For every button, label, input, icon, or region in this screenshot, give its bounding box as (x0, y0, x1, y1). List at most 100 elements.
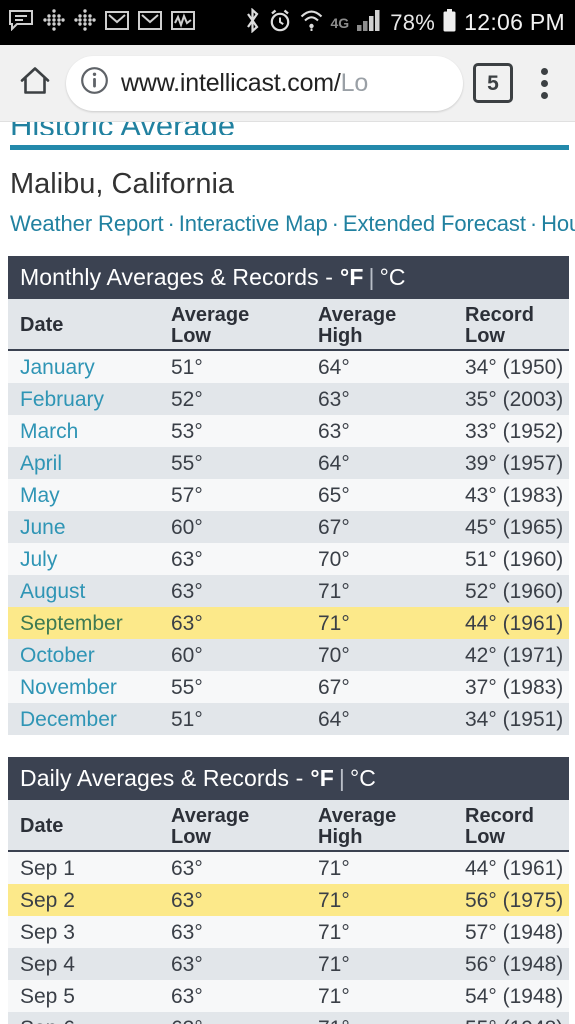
table-row: September 63° 71° 44° (1961) (8, 607, 569, 639)
monthly-caption-text: Monthly Averages & Records - (20, 264, 334, 290)
monthly-row-date[interactable]: July (20, 547, 57, 572)
monthly-row-record-low: 39° (1957) (465, 452, 564, 475)
monthly-row-date[interactable]: February (20, 387, 104, 412)
mail-icon-2 (138, 10, 162, 36)
chat-icon (8, 9, 34, 36)
monthly-table-caption: Monthly Averages & Records - °F | °C (8, 256, 569, 299)
monthly-row-average-low: 63° (171, 580, 203, 603)
daily-header-average-low-line1: Average (171, 805, 250, 827)
monthly-row-date[interactable]: October (20, 643, 95, 668)
battery-icon (442, 8, 457, 38)
daily-row-average-low: 63° (171, 953, 203, 976)
table-row: February 52° 63° 35° (2003) (8, 383, 569, 415)
monthly-row-average-low: 63° (171, 612, 203, 635)
info-circle-icon[interactable] (80, 66, 109, 100)
daily-header-date: Date (20, 815, 64, 837)
menu-dot-2 (540, 79, 548, 87)
url-bar[interactable]: www.intellicast.com/Lo (66, 55, 463, 111)
monthly-row-record-low: 52° (1960) (465, 580, 564, 603)
daily-table-body: Sep 1 63° 71° 44° (1961) Sep 2 63° 71° 56° (197… (8, 852, 569, 1024)
tab-count-label: 5 (487, 71, 499, 95)
monthly-row-date[interactable]: April (20, 451, 62, 476)
daily-row-date: Sep 3 (20, 921, 75, 944)
overflow-menu-button[interactable] (527, 60, 561, 106)
monthly-row-record-low: 34° (1950) (465, 356, 564, 379)
home-icon (18, 64, 52, 102)
daily-unit-celsius-toggle[interactable]: °C (350, 765, 376, 792)
monthly-row-date[interactable]: June (20, 515, 66, 540)
monthly-row-date[interactable]: August (20, 579, 85, 604)
bluetooth-icon (244, 7, 261, 38)
nav-separator-3: · (529, 211, 538, 236)
activity-icon (171, 10, 195, 36)
monthly-row-average-high: 70° (318, 644, 350, 667)
table-row: June 60° 67° 45° (1965) (8, 511, 569, 543)
monthly-row-average-low: 57° (171, 484, 203, 507)
monthly-row-average-low: 51° (171, 708, 203, 731)
daily-header-average-low: Average Low (171, 806, 249, 848)
daily-unit-separator: | (338, 765, 345, 791)
monthly-row-date[interactable]: May (20, 483, 60, 508)
nav-link-interactive-map[interactable]: Interactive Map (179, 211, 328, 236)
monthly-table-body: January 51° 64° 34° (1950) February 52° 63° 35°… (8, 351, 569, 735)
nav-link-weather-report[interactable]: Weather Report (10, 211, 164, 236)
daily-row-average-high: 71° (318, 1016, 350, 1024)
monthly-header-average-low: Average Low (171, 305, 249, 347)
monthly-header-date: Date (20, 314, 64, 336)
monthly-row-date[interactable]: March (20, 419, 78, 444)
monthly-row-average-high: 64° (318, 356, 350, 379)
monthly-row-average-high: 71° (318, 580, 350, 603)
monthly-row-date[interactable]: November (20, 675, 117, 700)
nav-separator-2: · (331, 211, 339, 236)
monthly-unit-celsius-toggle[interactable]: °C (380, 264, 406, 291)
daily-caption-text: Daily Averages & Records - (20, 765, 304, 791)
tab-switcher-button[interactable]: 5 (473, 63, 513, 103)
monthly-table-header-row: Date Average Low Average High Record Low (8, 299, 569, 351)
monthly-header-record-low-line1: Record (465, 304, 534, 326)
nav-link-hourly[interactable]: Hourly (541, 211, 575, 236)
table-row: Sep 3 63° 71° 57° (1948) (8, 916, 569, 948)
daily-header-record-low-line1: Record (465, 805, 534, 827)
page-content: Historic Average Malibu, California Weat… (0, 122, 575, 1024)
monthly-row-date[interactable]: January (20, 355, 95, 380)
daily-unit-fahrenheit-toggle[interactable]: °F (310, 765, 333, 792)
apps-dots-icon (43, 9, 65, 36)
battery-percent-label: 78% (390, 9, 436, 35)
monthly-row-average-high: 64° (318, 708, 350, 731)
monthly-row-average-low: 52° (171, 388, 203, 411)
table-row: Sep 6 63° 71° 55° (1948) (8, 1012, 569, 1024)
network-4g-icon: 4G (331, 15, 350, 31)
home-button[interactable] (12, 60, 58, 106)
status-bar-system-icons: 4G 78% 12:06 PM (244, 7, 565, 38)
url-text-main: www.intellicast.com/ (121, 68, 341, 97)
browser-toolbar: www.intellicast.com/Lo 5 (0, 45, 575, 122)
daily-header-average-low-line2: Low (171, 826, 211, 848)
monthly-row-record-low: 42° (1971) (465, 644, 564, 667)
daily-row-average-high: 71° (318, 953, 350, 976)
nav-separator-1: · (167, 211, 175, 236)
table-row: Sep 1 63° 71° 44° (1961) (8, 852, 569, 884)
monthly-row-average-low: 51° (171, 356, 203, 379)
monthly-header-average-high-line1: Average (318, 304, 397, 326)
monthly-header-average-low-line2: Low (171, 325, 211, 347)
monthly-row-average-high: 70° (318, 548, 350, 571)
page-title: Historic Average (0, 122, 575, 135)
menu-dot-3 (540, 91, 548, 99)
table-row: May 57° 65° 43° (1983) (8, 479, 569, 511)
daily-header-record-low: Record Low (465, 806, 534, 848)
url-text: www.intellicast.com/Lo (121, 69, 368, 98)
nav-link-extended-forecast[interactable]: Extended Forecast (343, 211, 526, 236)
monthly-row-date[interactable]: September (20, 611, 123, 636)
daily-averages-table: Daily Averages & Records - °F | °C Date … (8, 757, 569, 1024)
monthly-row-average-high: 67° (318, 676, 350, 699)
table-row: October 60° 70° 42° (1971) (8, 639, 569, 671)
daily-row-average-low: 63° (171, 889, 203, 912)
table-row: December 51° 64° 34° (1951) (8, 703, 569, 735)
daily-row-record-low: 54° (1948) (465, 985, 564, 1008)
monthly-row-record-low: 34° (1951) (465, 708, 564, 731)
monthly-row-date[interactable]: December (20, 707, 117, 732)
monthly-unit-fahrenheit-toggle[interactable]: °F (340, 264, 363, 291)
monthly-row-record-low: 37° (1983) (465, 676, 564, 699)
location-heading: Malibu, California (10, 168, 235, 200)
monthly-unit-separator: | (368, 264, 375, 290)
